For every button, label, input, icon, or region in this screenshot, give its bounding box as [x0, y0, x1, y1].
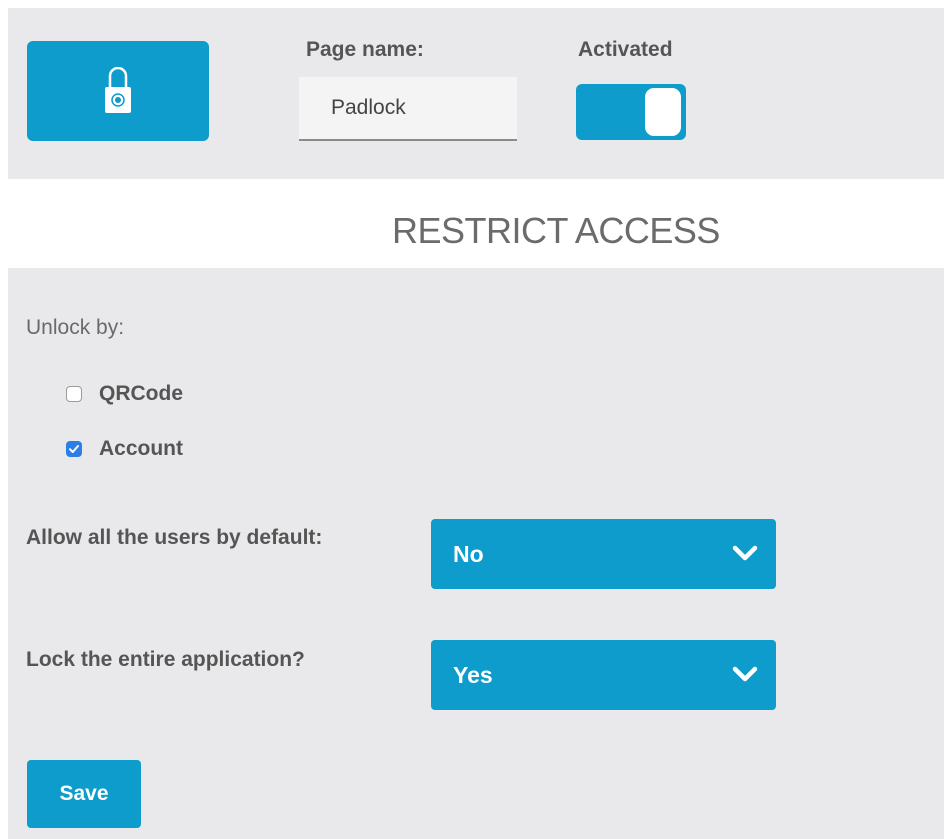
qrcode-option[interactable]: QRCode: [66, 382, 183, 406]
activated-label: Activated: [578, 38, 673, 61]
lock-entire-app-label: Lock the entire application?: [26, 648, 305, 671]
allow-all-users-value: No: [453, 540, 484, 567]
qrcode-checkbox[interactable]: [66, 386, 82, 402]
checkmark-icon: [69, 445, 79, 453]
account-checkbox[interactable]: [66, 441, 82, 457]
activated-toggle[interactable]: [576, 84, 686, 140]
chevron-down-icon: [732, 666, 758, 682]
account-option[interactable]: Account: [66, 437, 183, 461]
toggle-knob: [645, 88, 681, 136]
allow-all-users-label: Allow all the users by default:: [26, 526, 323, 549]
padlock-icon: [105, 67, 131, 113]
section-title: RESTRICT ACCESS: [392, 210, 720, 251]
lock-entire-app-select[interactable]: Yes: [431, 640, 776, 710]
qrcode-label: QRCode: [99, 382, 183, 405]
page-name-input[interactable]: [299, 77, 517, 141]
chevron-down-icon: [732, 545, 758, 561]
account-label: Account: [99, 437, 183, 460]
page-icon-tile[interactable]: [27, 41, 209, 141]
lock-entire-app-value: Yes: [453, 661, 493, 688]
unlock-by-label: Unlock by:: [26, 316, 125, 339]
restrict-access-panel: Unlock by: QRCode Account Allow all the …: [8, 268, 944, 839]
page-name-label: Page name:: [306, 38, 424, 61]
allow-all-users-select[interactable]: No: [431, 519, 776, 589]
page-settings-header: Page name: Activated: [8, 8, 944, 179]
save-button[interactable]: Save: [27, 760, 141, 828]
